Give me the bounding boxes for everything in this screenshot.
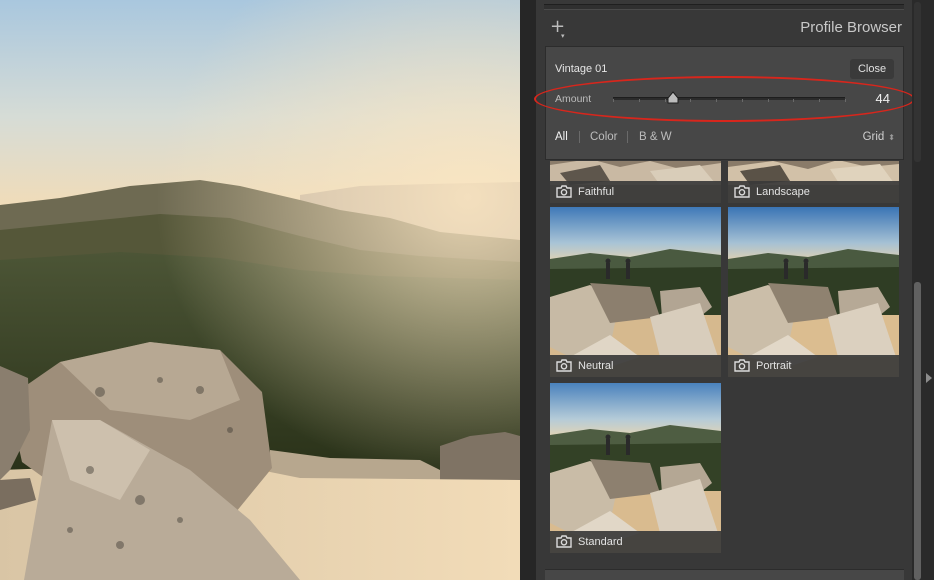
slider-tick <box>639 99 640 102</box>
panel-divider <box>520 0 536 580</box>
thumbnail-image <box>550 207 721 377</box>
profile-thumb-portrait[interactable]: Portrait <box>728 207 899 377</box>
amount-value[interactable]: 44 <box>876 91 890 106</box>
panel-scrollbar[interactable] <box>912 0 934 580</box>
camera-icon <box>556 185 572 198</box>
scrollbar-thumb[interactable] <box>914 282 921 580</box>
profile-thumb-faithful[interactable]: Faithful <box>550 161 721 203</box>
profile-name: Vintage 01 <box>555 63 608 75</box>
caret-down-icon: ▾ <box>561 32 565 40</box>
profile-filter-bar: All Color B & W Grid ⬍ <box>555 127 895 149</box>
filter-color[interactable]: Color <box>590 131 617 143</box>
add-profile-button[interactable]: + ▾ <box>550 18 568 41</box>
profile-thumb-neutral[interactable]: Neutral <box>550 207 721 377</box>
camera-icon <box>556 535 572 548</box>
thumbnail-image <box>728 207 899 377</box>
view-mode-select[interactable]: Grid ⬍ <box>863 131 895 143</box>
profile-grid: Faithful Landscape Neutral Portrait Stan… <box>545 161 904 569</box>
camera-icon <box>556 359 572 372</box>
thumb-label: Neutral <box>578 360 614 372</box>
slider-tick <box>793 99 794 102</box>
slider-tick <box>690 99 691 102</box>
panel-top-edge <box>544 4 904 10</box>
slider-tick <box>716 99 717 102</box>
active-profile-box: Vintage 01 Close Amount 44 All Color B &… <box>534 46 915 160</box>
thumbnail-image <box>550 383 721 553</box>
close-button[interactable]: Close <box>850 59 894 79</box>
slider-tick <box>768 99 769 102</box>
slider-tick <box>845 99 846 102</box>
thumb-label: Faithful <box>578 186 615 198</box>
thumb-label: Standard <box>578 536 623 548</box>
slider-tick <box>742 99 743 102</box>
profile-thumb-landscape[interactable]: Landscape <box>728 161 899 203</box>
panel-bottom-edge <box>545 569 904 580</box>
thumb-label: Portrait <box>756 360 792 372</box>
view-mode-label: Grid <box>862 131 885 143</box>
filter-bw[interactable]: B & W <box>639 131 672 143</box>
thumb-caption: Standard <box>550 531 721 553</box>
thumb-caption: Faithful <box>550 181 721 203</box>
profile-thumb-standard[interactable]: Standard <box>550 383 721 553</box>
thumb-label: Landscape <box>756 186 810 198</box>
panel-header: + ▾ Profile Browser <box>536 12 912 45</box>
landscape-photo <box>0 0 520 580</box>
slider-track[interactable] <box>613 97 846 102</box>
filter-divider <box>627 131 628 143</box>
slider-tick <box>819 99 820 102</box>
thumb-caption: Landscape <box>728 181 899 203</box>
filter-all[interactable]: All <box>555 131 568 143</box>
updown-arrows-icon: ⬍ <box>888 133 895 142</box>
profile-browser-panel: + ▾ Profile Browser Vintage 01 Close Amo… <box>534 0 915 580</box>
scrollbar-track <box>914 2 921 162</box>
filter-divider <box>579 131 580 143</box>
slider-tick <box>665 99 666 102</box>
photo-canvas[interactable] <box>0 0 520 580</box>
amount-label: Amount <box>555 93 592 105</box>
camera-icon <box>734 359 750 372</box>
thumb-caption: Neutral <box>550 355 721 377</box>
camera-icon <box>734 185 750 198</box>
thumb-caption: Portrait <box>728 355 899 377</box>
slider-tick <box>613 99 614 102</box>
triangle-right-icon[interactable] <box>926 373 932 383</box>
amount-slider[interactable] <box>613 91 846 105</box>
panel-title: Profile Browser <box>800 19 902 36</box>
slider-thumb-icon[interactable] <box>667 91 679 105</box>
